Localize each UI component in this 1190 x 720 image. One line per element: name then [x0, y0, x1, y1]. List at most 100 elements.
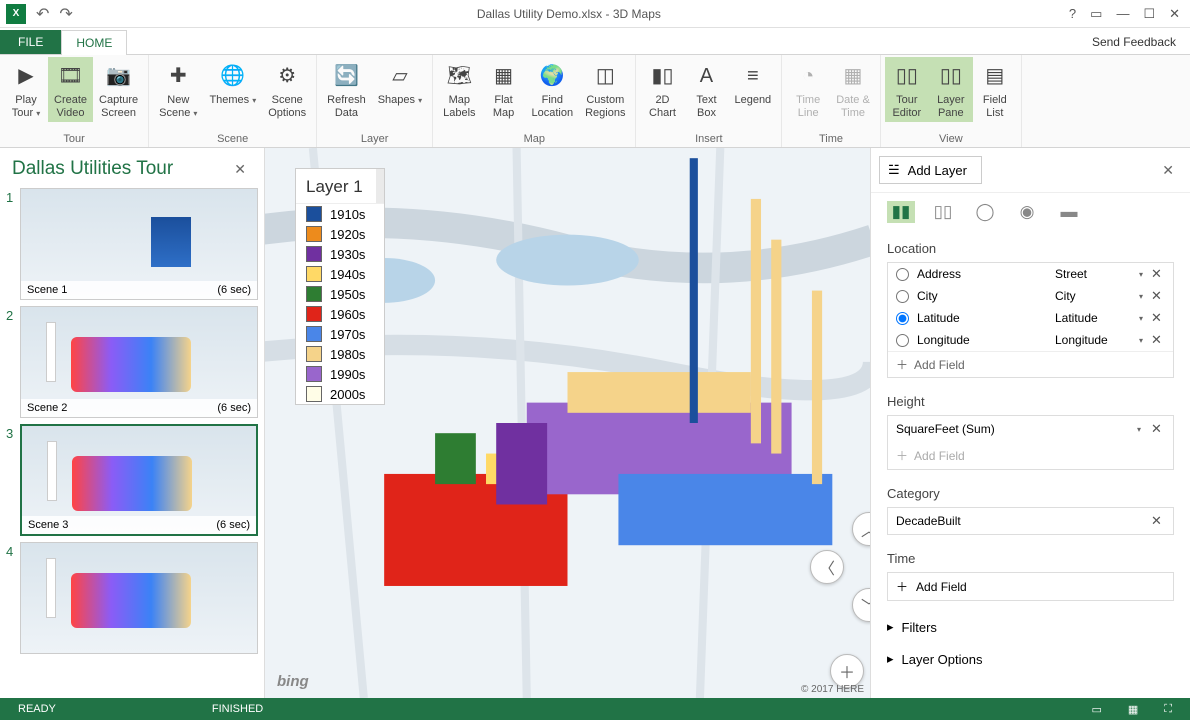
location-section-label: Location [887, 241, 1174, 256]
map-legend[interactable]: Layer 1 1910s1920s1930s1940s1950s1960s19… [295, 168, 385, 405]
legend-button[interactable]: ≡Legend [728, 57, 777, 110]
viz-clustered-column-icon[interactable]: ▯▯ [929, 201, 957, 223]
ribbon-group-label: Tour [4, 133, 144, 147]
layer-pane: ☱ Add Layer ✕ ▮▮ ▯▯ ◯ ◉ ▬ Location Addre… [870, 148, 1190, 698]
field-list-button[interactable]: ▤FieldList [973, 57, 1017, 122]
location-type-dropdown[interactable]: City ▾ [1055, 289, 1143, 303]
height-field-value[interactable]: SquareFeet (Sum) [896, 422, 995, 436]
scene-name: Scene 3 [28, 519, 68, 531]
category-field-value[interactable]: DecadeBuilt [896, 514, 961, 528]
filters-section[interactable]: ▸ Filters [871, 611, 1190, 643]
text-box-button[interactable]: ATextBox [684, 57, 728, 122]
redo-icon[interactable]: ↷ [59, 4, 72, 24]
location-field-name: Longitude [917, 333, 1047, 347]
location-radio[interactable] [896, 268, 909, 281]
custom-regions-icon: ◫ [589, 60, 621, 92]
viz-stacked-column-icon[interactable]: ▮▮ [887, 201, 915, 223]
legend-label: 1920s [330, 227, 365, 242]
scene-card[interactable]: Scene 2(6 sec) [20, 306, 258, 418]
height-section-label: Height [887, 394, 1174, 409]
location-add-field[interactable]: ＋Add Field [888, 351, 1173, 377]
scene-card[interactable]: Scene 3(6 sec) [20, 424, 258, 536]
map-canvas[interactable]: Layer 1 1910s1920s1930s1940s1950s1960s19… [265, 148, 870, 698]
custom-regions-button[interactable]: ◫CustomRegions [579, 57, 631, 122]
map-labels-icon: 🗺 [443, 60, 475, 92]
location-type-dropdown[interactable]: Latitude ▾ [1055, 311, 1143, 325]
zoom-in-button[interactable]: ＋ [830, 654, 864, 688]
map-labels-button[interactable]: 🗺MapLabels [437, 57, 481, 122]
location-radio[interactable] [896, 290, 909, 303]
2d-chart-button[interactable]: ▮▯2DChart [640, 57, 684, 122]
add-layer-button[interactable]: ☱ Add Layer [879, 156, 982, 184]
tab-file[interactable]: FILE [0, 30, 61, 54]
send-feedback-link[interactable]: Send Feedback [1078, 30, 1190, 54]
legend-swatch [306, 286, 322, 302]
category-remove-icon[interactable]: ✕ [1151, 513, 1165, 529]
status-view-icon[interactable]: ▭ [1091, 703, 1101, 716]
layer-options-section[interactable]: ▸ Layer Options [871, 643, 1190, 675]
ribbon-display-icon[interactable]: ▭ [1090, 6, 1102, 22]
location-field-name: City [917, 289, 1047, 303]
capture-screen-button[interactable]: 📷CaptureScreen [93, 57, 144, 122]
undo-icon[interactable]: ↶ [36, 4, 49, 24]
scene-card[interactable]: Scene 1(6 sec) [20, 188, 258, 300]
location-radio[interactable] [896, 334, 909, 347]
themes-button[interactable]: 🌐Themes ▾ [203, 57, 262, 110]
legend-swatch [306, 226, 322, 242]
category-box: DecadeBuilt ✕ [887, 507, 1174, 535]
location-remove-icon[interactable]: ✕ [1151, 266, 1165, 282]
scene-card[interactable] [20, 542, 258, 654]
scene-options-button[interactable]: ⚙SceneOptions [262, 57, 312, 122]
legend-swatch [306, 266, 322, 282]
status-fullscreen-icon[interactable]: ⛶ [1164, 703, 1172, 716]
location-remove-icon[interactable]: ✕ [1151, 310, 1165, 326]
location-type-dropdown[interactable]: Street ▾ [1055, 267, 1143, 281]
help-icon[interactable]: ? [1069, 6, 1076, 21]
refresh-data-button[interactable]: 🔄RefreshData [321, 57, 372, 122]
location-radio[interactable] [896, 312, 909, 325]
layer-pane-button[interactable]: ▯▯LayerPane [929, 57, 973, 122]
height-box: SquareFeet (Sum) ▾ ✕ ＋ Add Field [887, 415, 1174, 470]
tour-panel-close-icon[interactable]: ✕ [228, 159, 252, 180]
capture-screen-icon: 📷 [103, 60, 135, 92]
find-location-button[interactable]: 🌍FindLocation [526, 57, 580, 122]
location-remove-icon[interactable]: ✕ [1151, 288, 1165, 304]
height-dropdown-icon[interactable]: ▾ [1137, 425, 1141, 434]
shapes-button[interactable]: ▱Shapes ▾ [372, 57, 428, 110]
flat-map-button[interactable]: ▦FlatMap [482, 57, 526, 122]
close-icon[interactable]: ✕ [1169, 6, 1180, 22]
tour-panel: Dallas Utilities Tour ✕ 1Scene 1(6 sec)2… [0, 148, 265, 698]
create-video-button[interactable]: 🎞CreateVideo [48, 57, 93, 122]
tab-home[interactable]: HOME [61, 30, 127, 55]
time-box: ＋ Add Field [887, 572, 1174, 601]
new-scene-button[interactable]: ✚NewScene ▾ [153, 57, 203, 122]
legend-swatch [306, 366, 322, 382]
legend-label: 1990s [330, 367, 365, 382]
rotate-left-button[interactable]: 〈 [810, 550, 844, 584]
time-section-label: Time [887, 551, 1174, 566]
2d-chart-icon: ▮▯ [646, 60, 678, 92]
layer-pane-close-icon[interactable]: ✕ [1154, 160, 1182, 181]
legend-label: 1910s [330, 207, 365, 222]
viz-heatmap-icon[interactable]: ◉ [1013, 201, 1041, 223]
title-bar: X ↶ ↷ Dallas Utility Demo.xlsx - 3D Maps… [0, 0, 1190, 28]
viz-region-icon[interactable]: ▬ [1055, 201, 1083, 223]
legend-item: 1960s [296, 304, 384, 324]
legend-label: 1970s [330, 327, 365, 342]
minimize-icon[interactable]: — [1116, 6, 1129, 21]
play-tour-button[interactable]: ▶PlayTour ▾ [4, 57, 48, 122]
ribbon-group-label: Map [437, 133, 631, 147]
location-type-dropdown[interactable]: Longitude ▾ [1055, 333, 1143, 347]
height-add-field[interactable]: ＋ Add Field [888, 442, 1173, 469]
scene-options-icon: ⚙ [271, 60, 303, 92]
layers-icon: ☱ [888, 162, 900, 178]
ribbon-group-label: Insert [640, 133, 777, 147]
shapes-icon: ▱ [384, 60, 416, 92]
location-remove-icon[interactable]: ✕ [1151, 332, 1165, 348]
viz-bubble-icon[interactable]: ◯ [971, 201, 999, 223]
maximize-icon[interactable]: ☐ [1143, 6, 1155, 22]
time-add-field[interactable]: ＋ Add Field [888, 573, 1173, 600]
height-remove-icon[interactable]: ✕ [1151, 421, 1165, 437]
status-view2-icon[interactable]: ▦ [1128, 703, 1138, 716]
tour-editor-button[interactable]: ▯▯TourEditor [885, 57, 929, 122]
